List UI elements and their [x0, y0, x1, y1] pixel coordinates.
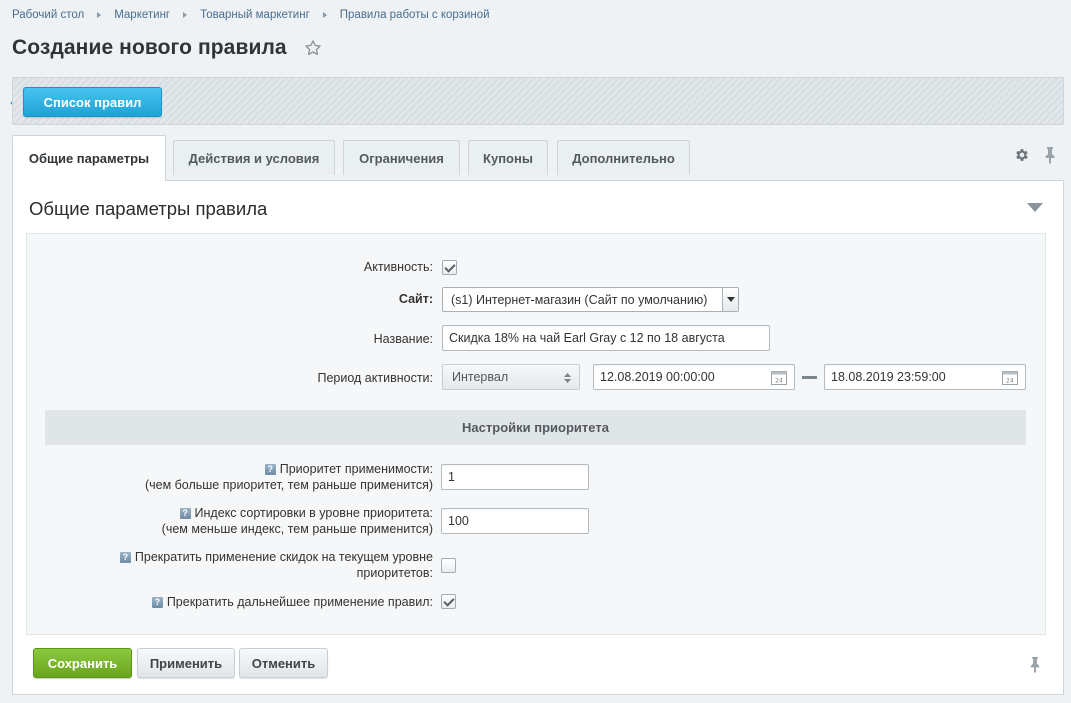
help-icon[interactable]: ?	[179, 508, 191, 519]
calendar-icon[interactable]: 24	[1002, 370, 1018, 385]
stop-further-label: ? Прекратить дальнейшее применение правил…	[151, 594, 433, 610]
pin-icon[interactable]	[1029, 657, 1041, 673]
period-type-value: Интервал	[452, 370, 509, 384]
stop-level-checkbox[interactable]	[441, 558, 456, 573]
period-to-value: 18.08.2019 23:59:00	[831, 370, 946, 384]
period-label: Период активности:	[317, 371, 433, 385]
active-label: Активность:	[363, 260, 433, 274]
tabs-row: Общие параметры Действия и условия Огран…	[12, 135, 1064, 181]
priority-label: ? Приоритет применимости: (чем больше при…	[145, 461, 433, 493]
sort-index-input[interactable]: 100	[441, 508, 589, 534]
priority-label-line2: (чем больше приоритет, тем раньше примен…	[144, 478, 433, 492]
active-checkbox[interactable]	[442, 260, 457, 275]
page-title-row: Создание нового правила	[12, 36, 322, 60]
sort-label-line1: Индекс сортировки в уровне приоритета:	[194, 506, 433, 520]
updown-arrows-icon	[564, 373, 571, 383]
tab-icons	[1014, 147, 1056, 164]
help-icon[interactable]: ?	[151, 597, 163, 608]
section-title: Общие параметры правила	[29, 198, 268, 219]
tab-restrictions[interactable]: Ограничения	[343, 140, 460, 175]
calendar-icon[interactable]: 24	[771, 370, 787, 385]
stop-further-checkbox[interactable]	[441, 594, 456, 609]
sort-label: ? Индекс сортировки в уровне приоритета: …	[162, 505, 433, 537]
breadcrumb-item-desktop[interactable]: Рабочий стол	[12, 9, 84, 21]
tab-general[interactable]: Общие параметры	[12, 135, 166, 181]
period-from-input[interactable]: 12.08.2019 00:00:00 24	[593, 364, 795, 390]
breadcrumb-separator-icon	[183, 12, 188, 18]
pin-icon[interactable]	[1044, 147, 1056, 164]
sort-label-line2: (чем меньше индекс, тем раньше применитс…	[161, 522, 433, 536]
toolbar: Список правил	[12, 77, 1064, 125]
svg-text:24: 24	[1006, 378, 1014, 385]
star-icon[interactable]	[304, 39, 322, 57]
period-dash	[802, 376, 817, 379]
site-select[interactable]: (s1) Интернет-магазин (Сайт по умолчанию…	[442, 287, 739, 312]
priority-input[interactable]: 1	[441, 464, 589, 490]
main-panel: Общие параметры правила Активность: Сайт…	[12, 180, 1064, 695]
page-title: Создание нового правила	[12, 36, 287, 59]
breadcrumb: Рабочий стол Маркетинг Товарный маркетин…	[12, 9, 490, 21]
breadcrumb-item-marketing[interactable]: Маркетинг	[114, 9, 170, 21]
site-label: Сайт:	[398, 292, 433, 306]
site-select-value: (s1) Интернет-магазин (Сайт по умолчанию…	[451, 292, 708, 307]
chevron-down-icon	[722, 288, 738, 311]
period-to-input[interactable]: 18.08.2019 23:59:00 24	[824, 364, 1026, 390]
help-icon[interactable]: ?	[119, 552, 131, 563]
name-label: Название:	[373, 332, 433, 346]
priority-section-header: Настройки приоритета	[45, 410, 1026, 445]
priority-label-line1: Приоритет применимости:	[279, 462, 433, 476]
breadcrumb-item-product-marketing[interactable]: Товарный маркетинг	[200, 9, 310, 21]
rules-list-button[interactable]: Список правил	[23, 87, 162, 117]
cancel-button[interactable]: Отменить	[239, 648, 328, 678]
period-type-select[interactable]: Интервал	[442, 364, 580, 390]
tab-additional[interactable]: Дополнительно	[557, 140, 690, 175]
breadcrumb-separator-icon	[97, 12, 102, 18]
help-icon[interactable]: ?	[264, 464, 276, 475]
tab-coupons[interactable]: Купоны	[468, 140, 548, 175]
gear-icon[interactable]	[1014, 147, 1030, 163]
stop-further-label-text: Прекратить дальнейшее применение правил:	[166, 595, 433, 609]
svg-text:24: 24	[775, 378, 783, 385]
save-button[interactable]: Сохранить	[33, 648, 132, 678]
tab-actions-conditions[interactable]: Действия и условия	[173, 140, 335, 175]
collapse-icon[interactable]	[1027, 203, 1043, 213]
breadcrumb-separator-icon	[322, 12, 327, 18]
rules-list-button-label: Список правил	[43, 94, 142, 110]
apply-button[interactable]: Применить	[137, 648, 235, 678]
stop-level-label-line1: Прекратить применение скидок на текущем …	[134, 550, 433, 564]
breadcrumb-item-cart-rules[interactable]: Правила работы с корзиной	[340, 9, 490, 21]
period-from-value: 12.08.2019 00:00:00	[600, 370, 715, 384]
stop-level-label-line2: приоритетов:	[356, 566, 433, 580]
name-input[interactable]: Скидка 18% на чай Earl Gray с 12 по 18 а…	[442, 325, 770, 351]
stop-level-label: ? Прекратить применение скидок на текущем…	[119, 549, 433, 581]
